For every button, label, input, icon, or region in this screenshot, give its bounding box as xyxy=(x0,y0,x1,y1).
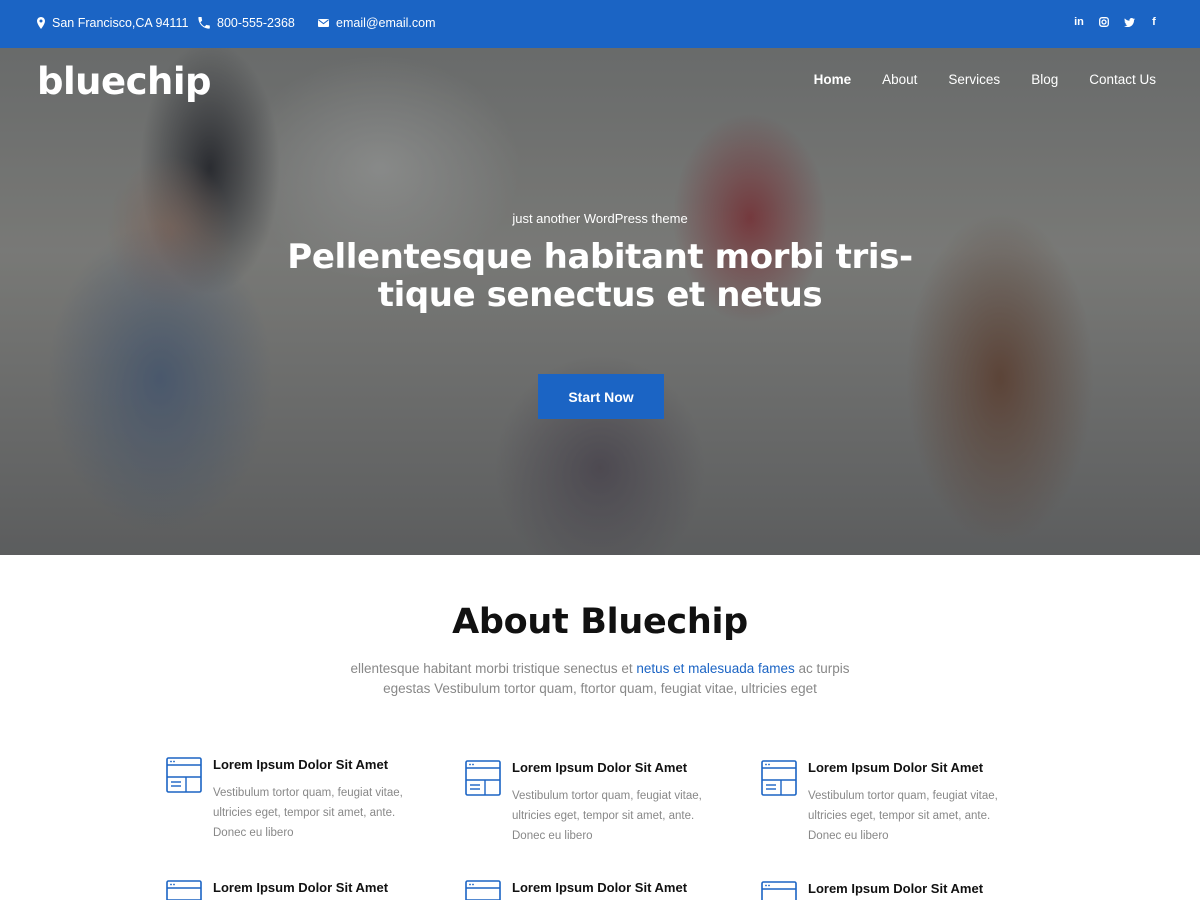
email-text: email@email.com xyxy=(336,16,436,30)
nav-home[interactable]: Home xyxy=(814,72,852,87)
feature-title: Lorem Ipsum Dolor Sit Amet xyxy=(213,757,389,772)
about-text-link[interactable]: netus et malesuada fames xyxy=(636,661,794,676)
feature-title: Lorem Ipsum Dolor Sit Amet xyxy=(512,760,688,775)
feature-title: Lorem Ipsum Dolor Sit Amet xyxy=(512,880,688,895)
instagram-icon[interactable] xyxy=(1098,15,1110,29)
feature-title: Lorem Ipsum Dolor Sit Amet xyxy=(808,760,984,775)
map-pin-icon xyxy=(37,17,45,29)
nav-services[interactable]: Services xyxy=(948,72,1000,87)
browser-window-icon xyxy=(465,880,501,900)
feature-description: Vestibulum tortor quam, feugiat vitae, u… xyxy=(512,790,702,842)
site-logo[interactable]: bluechip xyxy=(37,60,212,103)
main-nav: Home About Services Blog Contact Us xyxy=(814,72,1156,87)
feature-description: Vestibulum tortor quam, feugiat vitae, u… xyxy=(213,787,403,839)
nav-contact-us[interactable]: Contact Us xyxy=(1089,72,1156,87)
nav-blog[interactable]: Blog xyxy=(1031,72,1058,87)
nav-about[interactable]: About xyxy=(882,72,917,87)
address-text: San Francisco,CA 94111 xyxy=(52,16,189,30)
feature-title: Lorem Ipsum Dolor Sit Amet xyxy=(213,880,389,895)
start-now-button[interactable]: Start Now xyxy=(538,374,664,419)
envelope-icon xyxy=(318,19,329,27)
top-bar: San Francisco,CA 94111 800-555-2368 emai… xyxy=(0,0,1200,48)
browser-window-icon xyxy=(166,880,202,900)
browser-window-icon xyxy=(761,881,797,900)
social-links: in f xyxy=(1073,15,1160,29)
hero-headline-line-2: tique senectus et netus xyxy=(377,275,823,315)
feature-description: Vestibulum tortor quam, feugiat vitae, u… xyxy=(808,790,998,842)
browser-window-icon xyxy=(761,760,797,796)
twitter-icon[interactable] xyxy=(1123,15,1135,29)
hero-tagline: just another WordPress theme xyxy=(512,211,688,226)
hero-headline-line-1: Pellentesque habitant morbi tris- xyxy=(287,237,913,277)
hero-headline: Pellentesque habitant morbi tris- tique … xyxy=(250,238,950,314)
about-text-before: ellentesque habitant morbi tristique sen… xyxy=(350,661,637,676)
browser-window-icon xyxy=(465,760,501,796)
email-item[interactable]: email@email.com xyxy=(318,16,436,30)
about-title: About Bluechip xyxy=(452,602,748,642)
address-item: San Francisco,CA 94111 xyxy=(37,16,188,30)
feature-title: Lorem Ipsum Dolor Sit Amet xyxy=(808,881,984,896)
linkedin-icon[interactable]: in xyxy=(1073,15,1085,29)
phone-icon xyxy=(198,17,210,29)
phone-item[interactable]: 800-555-2368 xyxy=(198,16,295,30)
facebook-icon[interactable]: f xyxy=(1148,15,1160,29)
browser-window-icon xyxy=(166,757,202,793)
phone-text: 800-555-2368 xyxy=(217,16,295,30)
about-description: ellentesque habitant morbi tristique sen… xyxy=(330,659,870,699)
